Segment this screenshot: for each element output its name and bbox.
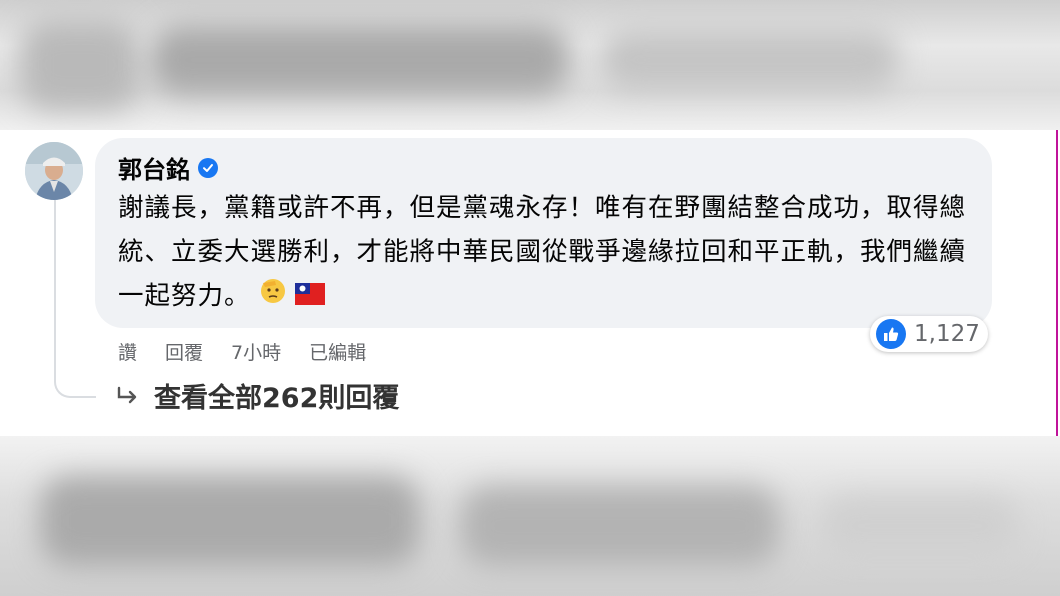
blurred-top-background — [0, 0, 1060, 130]
taiwan-flag-emoji-icon — [294, 275, 325, 319]
comment-actions: 讚 回覆 7小時 已編輯 — [118, 338, 394, 365]
like-reaction-icon — [876, 319, 906, 349]
comment-text: 謝議長，黨籍或許不再，但是黨魂永存！唯有在野團結整合成功，取得總統、立委大選勝利… — [118, 186, 978, 319]
verified-badge-icon — [198, 157, 218, 178]
reply-button[interactable]: 回覆 — [165, 338, 203, 365]
reaction-summary[interactable]: 1,127 — [870, 316, 988, 352]
saluting-face-emoji-icon — [259, 275, 287, 319]
comment-body: 謝議長，黨籍或許不再，但是黨魂永存！唯有在野團結整合成功，取得總統、立委大選勝利… — [118, 193, 967, 311]
avatar[interactable] — [25, 142, 83, 200]
reply-arrow-icon — [117, 386, 137, 403]
blurred-bottom-background — [0, 436, 1060, 596]
like-button[interactable]: 讚 — [118, 338, 137, 365]
author-name[interactable]: 郭台銘 — [118, 150, 190, 185]
view-replies-button[interactable]: 查看全部262則回覆 — [116, 376, 399, 415]
reply-thread-line — [54, 200, 96, 398]
avatar-photo-icon — [25, 142, 83, 200]
view-replies-label[interactable]: 查看全部262則回覆 — [154, 376, 399, 415]
reaction-count: 1,127 — [914, 321, 980, 347]
timestamp-link[interactable]: 7小時 — [231, 338, 281, 365]
comment-author[interactable]: 郭台銘 — [118, 150, 218, 185]
edited-label: 已編輯 — [309, 342, 367, 364]
card-edge-line — [1056, 130, 1058, 436]
